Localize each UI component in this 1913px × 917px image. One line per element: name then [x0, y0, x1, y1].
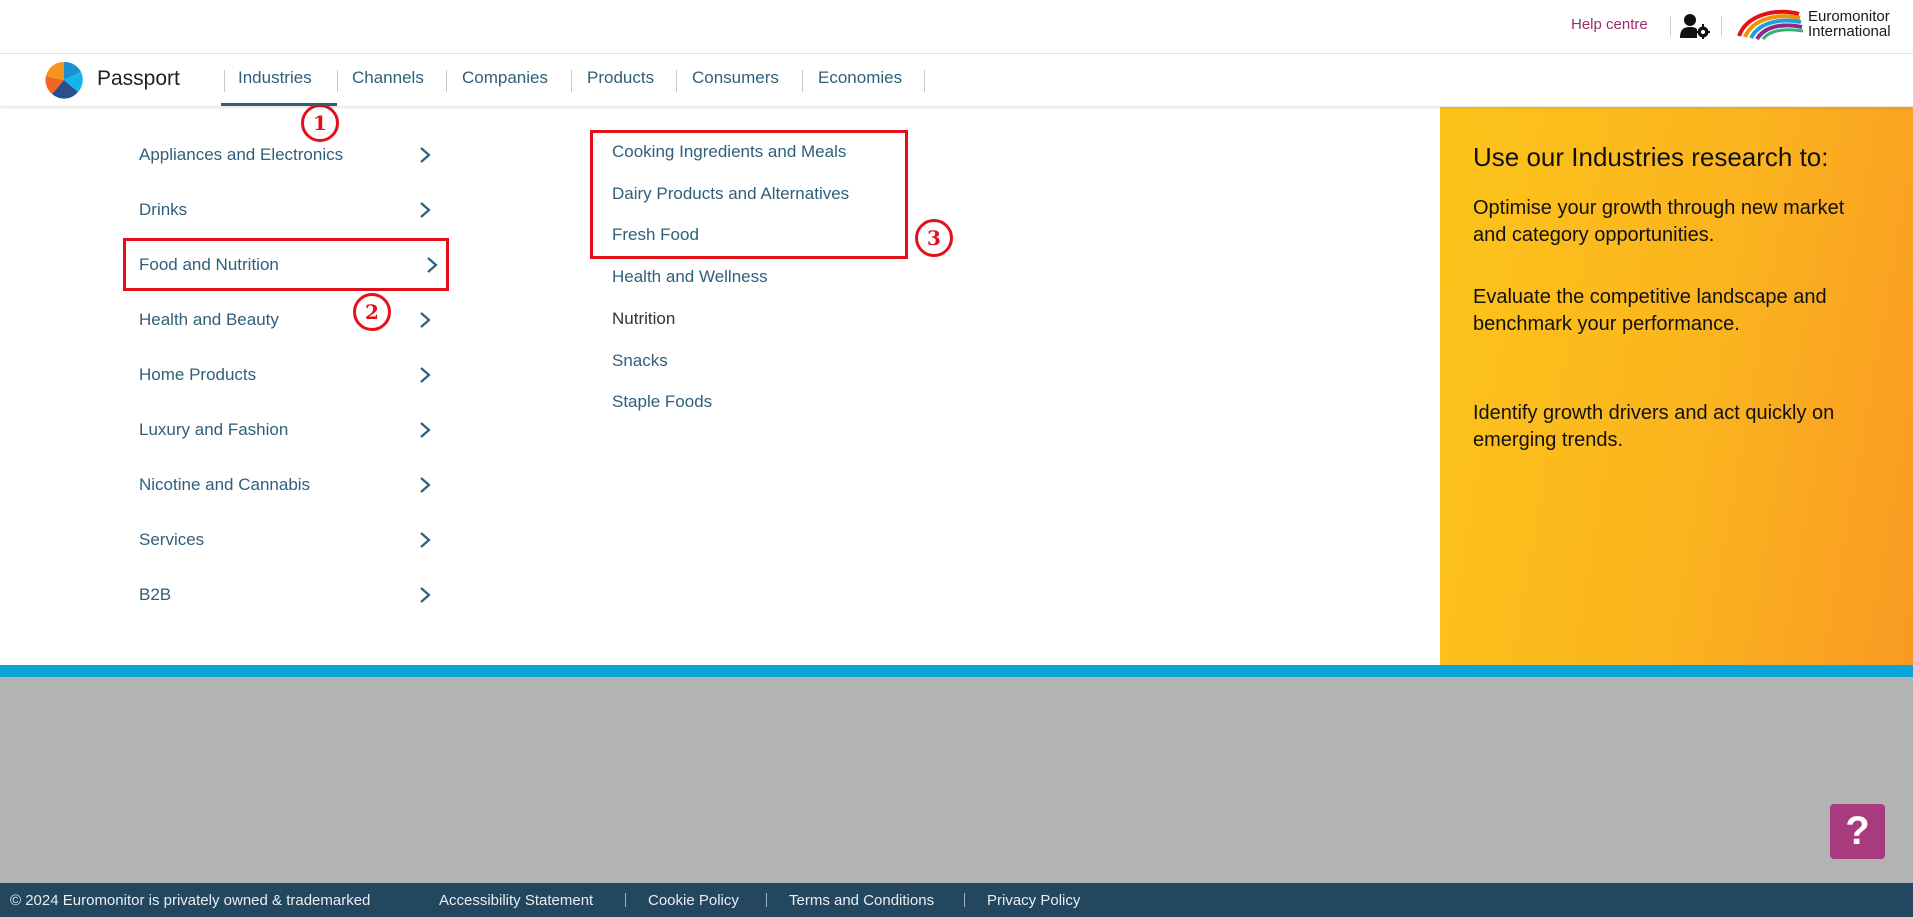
nav-economies[interactable]: Economies: [818, 68, 902, 88]
promo-point: Evaluate the competitive landscape and b…: [1473, 286, 1827, 335]
annotation-box-food-nutrition: [123, 238, 449, 291]
category-drinks[interactable]: Drinks: [139, 200, 187, 220]
chevron-right-icon: [420, 532, 431, 548]
footer-divider: [766, 893, 767, 907]
annotation-badge: 3: [915, 219, 953, 257]
nav-consumers[interactable]: Consumers: [692, 68, 779, 88]
logo-text-line1: Euromonitor: [1808, 8, 1890, 25]
footer-divider: [625, 893, 626, 907]
divider: [1721, 16, 1722, 36]
nav-divider: [924, 70, 925, 92]
promo-point: Identify growth drivers and act quickly …: [1473, 402, 1835, 451]
chevron-right-icon: [420, 367, 431, 383]
help-question-button[interactable]: ?: [1830, 804, 1885, 859]
footer-cookie-link[interactable]: Cookie Policy: [648, 892, 739, 909]
help-centre-link[interactable]: Help centre: [1571, 16, 1648, 33]
divider: [1670, 16, 1671, 36]
category-services[interactable]: Services: [139, 530, 204, 550]
category-luxury-fashion[interactable]: Luxury and Fashion: [139, 420, 288, 440]
nav-products[interactable]: Products: [587, 68, 654, 88]
annotation-badge: 2: [353, 293, 391, 331]
accent-strip: [0, 665, 1913, 677]
chevron-right-icon: [420, 312, 431, 328]
category-health-beauty[interactable]: Health and Beauty: [139, 310, 279, 330]
annotation-badge: 1: [301, 104, 339, 142]
annotation-box-subcategories: [590, 130, 908, 259]
category-nicotine-cannabis[interactable]: Nicotine and Cannabis: [139, 475, 310, 495]
chevron-right-icon: [420, 422, 431, 438]
promo-point: Optimise your growth through new market …: [1473, 197, 1845, 246]
nav-divider: [337, 70, 338, 92]
subcategory-staple-foods[interactable]: Staple Foods: [612, 392, 712, 412]
active-tab-indicator: [221, 103, 337, 106]
subcategory-snacks[interactable]: Snacks: [612, 351, 668, 371]
nav-divider: [571, 70, 572, 92]
brand-name[interactable]: Passport: [97, 67, 180, 91]
promo-title: Use our Industries research to:: [1473, 142, 1829, 172]
category-b2b[interactable]: B2B: [139, 585, 171, 605]
top-utility-bar: Help centre Euromonitor International: [0, 0, 1913, 54]
euromonitor-logo-text: Euromonitor International: [1808, 9, 1891, 39]
main-navigation: Passport Industries Channels Companies P…: [0, 54, 1913, 106]
chevron-right-icon: [420, 202, 431, 218]
category-appliances-electronics[interactable]: Appliances and Electronics: [139, 145, 343, 165]
passport-logo-icon[interactable]: [38, 60, 90, 100]
nav-companies[interactable]: Companies: [462, 68, 548, 88]
chevron-right-icon: [420, 587, 431, 603]
footer: © 2024 Euromonitor is privately owned & …: [0, 883, 1913, 917]
page-overlay[interactable]: [0, 677, 1913, 883]
logo-text-line2: International: [1808, 23, 1891, 40]
footer-accessibility-link[interactable]: Accessibility Statement: [439, 892, 593, 909]
user-gear-icon[interactable]: [1680, 13, 1710, 39]
nav-divider: [446, 70, 447, 92]
chevron-right-icon: [420, 477, 431, 493]
nav-channels[interactable]: Channels: [352, 68, 424, 88]
category-home-products[interactable]: Home Products: [139, 365, 256, 385]
subcategory-health-wellness[interactable]: Health and Wellness: [612, 267, 768, 287]
footer-terms-link[interactable]: Terms and Conditions: [789, 892, 934, 909]
nav-divider: [676, 70, 677, 92]
subcategory-nutrition[interactable]: Nutrition: [612, 309, 675, 329]
industries-promo-panel: Use our Industries research to: Optimise…: [1440, 107, 1913, 665]
footer-privacy-link[interactable]: Privacy Policy: [987, 892, 1080, 909]
chevron-right-icon: [420, 147, 431, 163]
nav-industries[interactable]: Industries: [238, 68, 312, 88]
nav-divider: [224, 70, 225, 92]
footer-divider: [964, 893, 965, 907]
footer-copyright: © 2024 Euromonitor is privately owned & …: [10, 892, 371, 909]
nav-divider: [802, 70, 803, 92]
